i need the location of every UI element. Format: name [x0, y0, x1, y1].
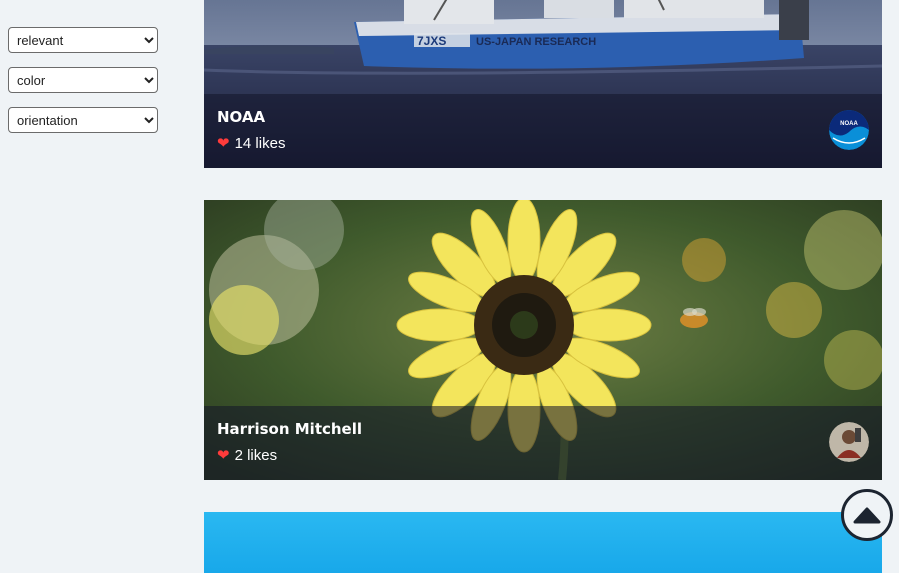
author-avatar[interactable]: NOAA — [829, 110, 869, 150]
photo-card[interactable]: Harrison Mitchell ❤ 2 likes — [204, 200, 882, 480]
photo-card[interactable] — [204, 512, 882, 573]
filter-sidebar: relevant color orientation — [8, 27, 158, 147]
ship-hull-label: US-JAPAN RESEARCH — [476, 36, 596, 48]
photo-author[interactable]: NOAA — [217, 108, 265, 126]
like-count: ❤ 14 likes — [217, 135, 285, 152]
card-caption-overlay: NOAA ❤ 14 likes NOAA — [204, 94, 882, 168]
photo-card[interactable]: 7JXS US-JAPAN RESEARCH NOAA ❤ 14 likes N… — [204, 0, 882, 168]
person-avatar-icon — [829, 422, 869, 462]
sky-photo — [204, 512, 882, 573]
card-caption-overlay: Harrison Mitchell ❤ 2 likes — [204, 406, 882, 480]
heart-icon[interactable]: ❤ — [217, 136, 230, 151]
like-count-text: 14 likes — [234, 135, 286, 152]
photo-author[interactable]: Harrison Mitchell — [217, 420, 362, 438]
orientation-select[interactable]: orientation — [8, 107, 158, 133]
author-avatar[interactable] — [829, 422, 869, 462]
bee — [680, 308, 708, 328]
noaa-logo-icon: NOAA — [829, 110, 869, 150]
noaa-logo-text: NOAA — [840, 121, 858, 127]
color-select[interactable]: color — [8, 67, 158, 93]
heart-icon[interactable]: ❤ — [217, 448, 230, 463]
like-count: ❤ 2 likes — [217, 447, 277, 464]
scroll-to-top-button[interactable] — [841, 489, 893, 541]
ship-hull-number: 7JXS — [417, 34, 446, 48]
chevron-up-icon — [853, 507, 881, 524]
like-count-text: 2 likes — [234, 447, 278, 464]
relevance-select[interactable]: relevant — [8, 27, 158, 53]
